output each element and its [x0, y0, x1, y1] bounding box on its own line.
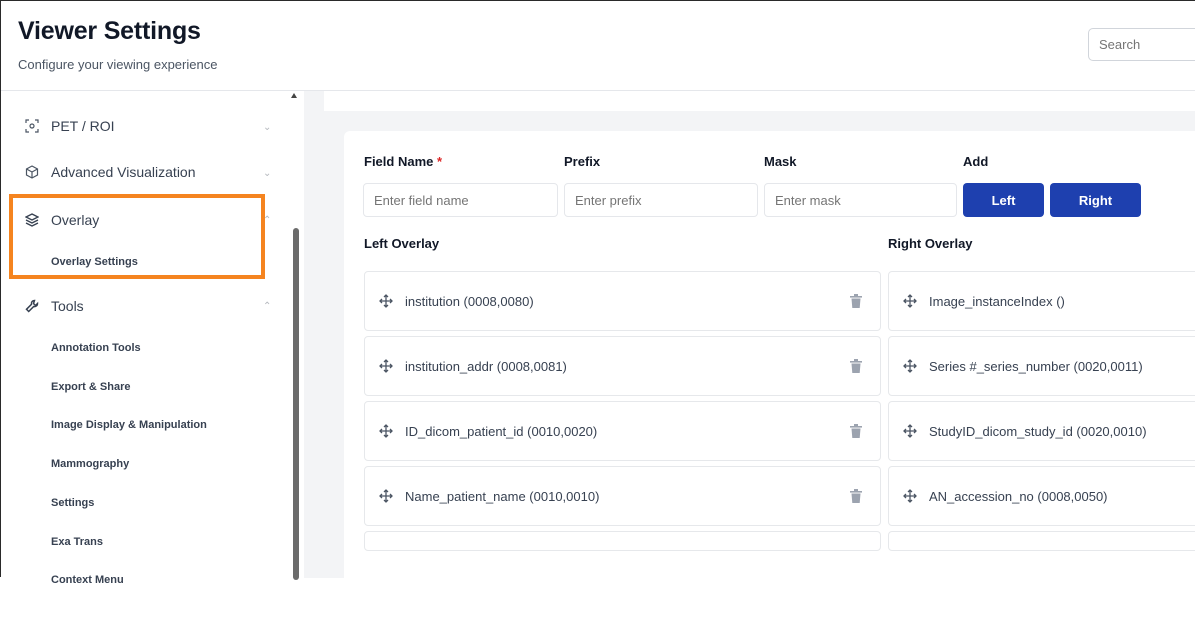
- add-left-button[interactable]: Left: [963, 183, 1044, 217]
- page-subtitle: Configure your viewing experience: [18, 57, 218, 72]
- trash-icon[interactable]: [850, 424, 862, 438]
- right-overlay-row[interactable]: Image_instanceIndex (): [888, 271, 1195, 331]
- cube-icon: [23, 163, 41, 181]
- trash-icon[interactable]: [850, 359, 862, 373]
- sidebar-subitem-exa-trans[interactable]: Exa Trans: [51, 536, 103, 548]
- right-overlay-row[interactable]: AN_accession_no (0008,0050): [888, 466, 1195, 526]
- sidebar-subitem-export-share[interactable]: Export & Share: [51, 381, 130, 393]
- left-overlay-field: institution_addr (0008,0081): [405, 358, 567, 374]
- drag-handle-icon[interactable]: [379, 489, 393, 503]
- right-overlay-field: StudyID_dicom_study_id (0020,0010): [929, 423, 1147, 439]
- right-overlay-row[interactable]: StudyID_dicom_study_id (0020,0010): [888, 401, 1195, 461]
- left-overlay-field: Name_patient_name (0010,0010): [405, 488, 600, 504]
- left-overlay-row[interactable]: institution_addr (0008,0081): [364, 336, 881, 396]
- search-input[interactable]: [1088, 28, 1195, 61]
- drag-handle-icon[interactable]: [903, 359, 917, 373]
- sidebar-subitem-image-display[interactable]: Image Display & Manipulation: [51, 419, 207, 431]
- left-overlay-row[interactable]: [364, 531, 881, 551]
- drag-handle-icon[interactable]: [379, 424, 393, 438]
- chevron-down-icon[interactable]: ⌄: [263, 122, 271, 133]
- sidebar-subitem-mammography[interactable]: Mammography: [51, 458, 129, 470]
- left-overlay-field: ID_dicom_patient_id (0010,0020): [405, 423, 598, 439]
- trash-icon[interactable]: [850, 489, 862, 503]
- top-panel: [324, 91, 1195, 111]
- wrench-icon: [23, 297, 41, 315]
- drag-handle-icon[interactable]: [379, 294, 393, 308]
- left-overlay-field: institution (0008,0080): [405, 293, 534, 309]
- highlight-box: [9, 194, 265, 279]
- right-overlay-title: Right Overlay: [888, 236, 973, 251]
- field-name-label: Field Name *: [364, 154, 443, 169]
- drag-handle-icon[interactable]: [903, 489, 917, 503]
- sidebar-item-label: Advanced Visualization: [51, 164, 196, 180]
- trash-icon[interactable]: [850, 294, 862, 308]
- chevron-down-icon[interactable]: ⌄: [263, 168, 271, 179]
- sidebar-item-label: PET / ROI: [51, 118, 115, 134]
- sidebar-scrollbar[interactable]: [293, 228, 299, 580]
- prefix-input[interactable]: [564, 183, 758, 217]
- sidebar-subitem-settings[interactable]: Settings: [51, 497, 94, 509]
- mask-input[interactable]: [764, 183, 957, 217]
- page-header: Viewer Settings Configure your viewing e…: [1, 1, 1195, 91]
- chevron-up-icon[interactable]: ⌃: [263, 301, 271, 312]
- scroll-up-arrow-icon[interactable]: [291, 93, 297, 98]
- page-title: Viewer Settings: [18, 17, 201, 45]
- mask-label: Mask: [764, 154, 797, 169]
- drag-handle-icon[interactable]: [903, 294, 917, 308]
- right-overlay-field: Image_instanceIndex (): [929, 293, 1065, 309]
- left-overlay-title: Left Overlay: [364, 236, 440, 251]
- right-overlay-row[interactable]: [888, 531, 1195, 551]
- scan-icon: [23, 117, 41, 135]
- left-overlay-row[interactable]: institution (0008,0080): [364, 271, 881, 331]
- right-overlay-field: AN_accession_no (0008,0050): [929, 488, 1108, 504]
- left-overlay-row[interactable]: Name_patient_name (0010,0010): [364, 466, 881, 526]
- sidebar-item-label: Tools: [51, 298, 84, 314]
- sidebar-item-tools[interactable]: Tools: [23, 297, 84, 315]
- sidebar-subitem-context-menu[interactable]: Context Menu: [51, 574, 124, 586]
- sidebar-subitem-annotation-tools[interactable]: Annotation Tools: [51, 342, 141, 354]
- field-name-input[interactable]: [363, 183, 558, 217]
- left-overlay-row[interactable]: ID_dicom_patient_id (0010,0020): [364, 401, 881, 461]
- sidebar-item-pet-roi[interactable]: PET / ROI: [23, 117, 115, 135]
- add-label: Add: [963, 154, 989, 169]
- sidebar-item-advanced-visualization[interactable]: Advanced Visualization: [23, 163, 196, 181]
- right-overlay-field: Series #_series_number (0020,0011): [929, 358, 1143, 374]
- drag-handle-icon[interactable]: [903, 424, 917, 438]
- right-overlay-row[interactable]: Series #_series_number (0020,0011): [888, 336, 1195, 396]
- drag-handle-icon[interactable]: [379, 359, 393, 373]
- add-right-button[interactable]: Right: [1050, 183, 1141, 217]
- prefix-label: Prefix: [564, 154, 601, 169]
